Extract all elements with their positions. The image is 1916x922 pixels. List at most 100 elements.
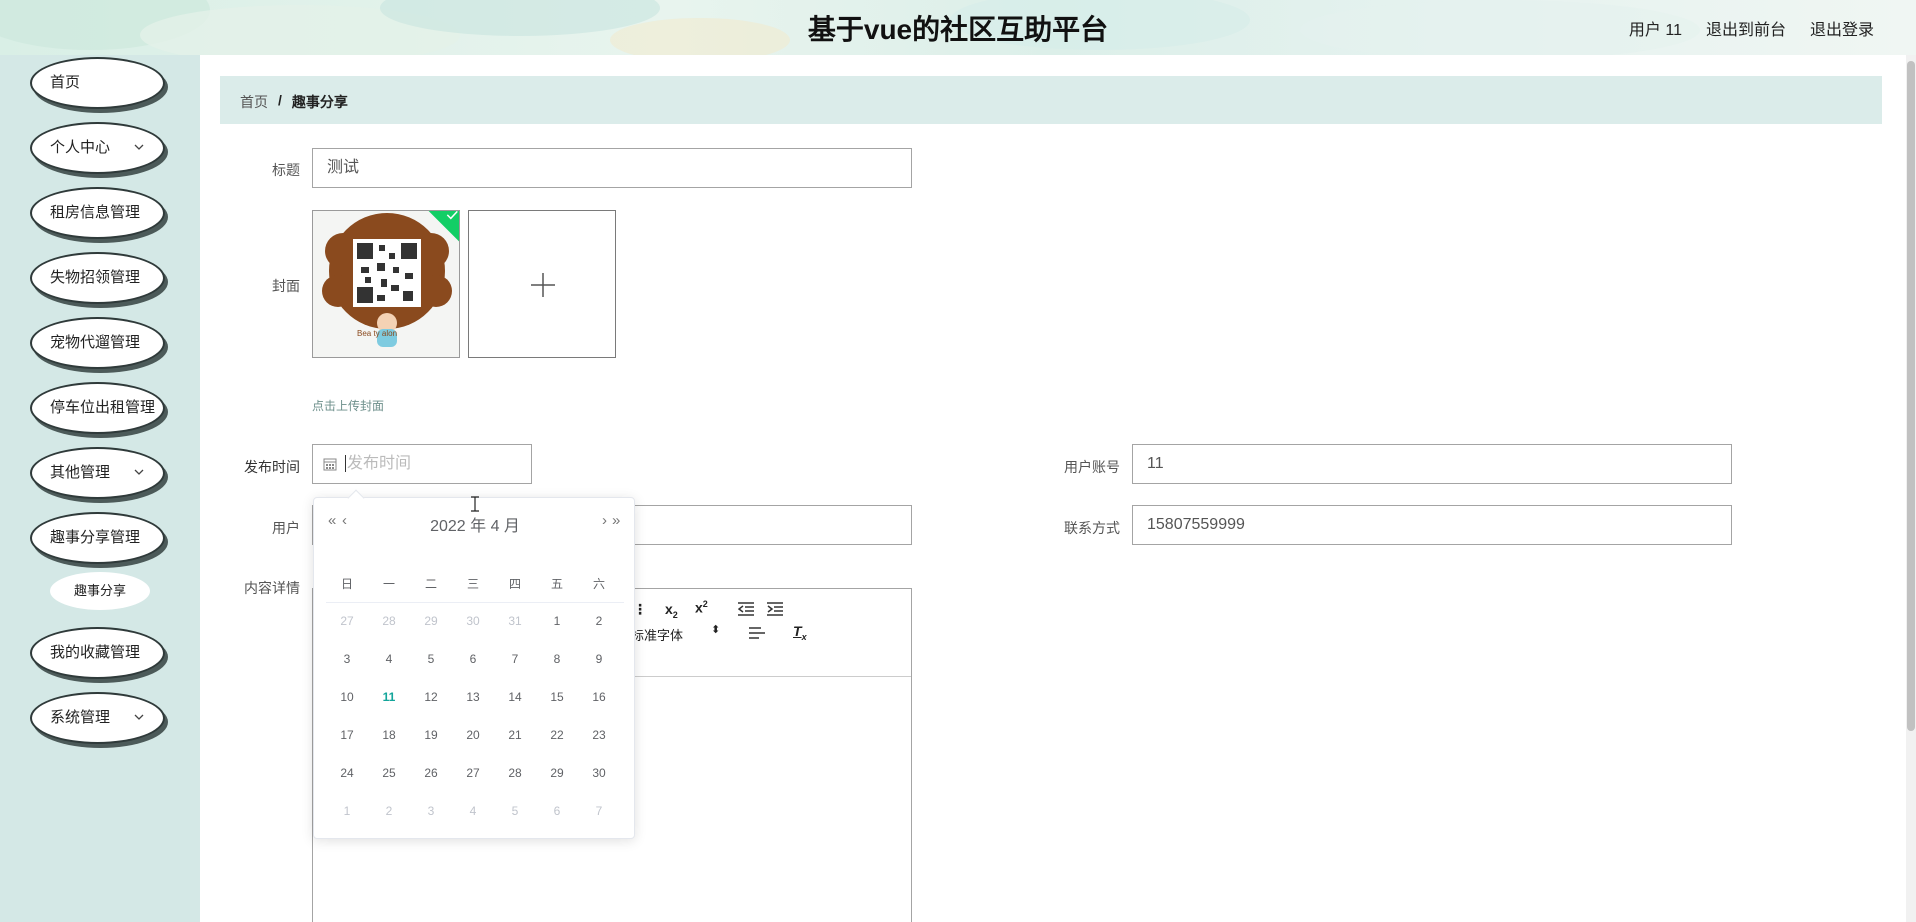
calendar-day[interactable]: 10: [326, 678, 368, 716]
contact-label: 联系方式: [1064, 520, 1120, 536]
calendar-day[interactable]: 27: [326, 602, 368, 640]
sidebar-item[interactable]: 失物招领管理: [30, 252, 165, 304]
sidebar-item[interactable]: 首页: [30, 57, 165, 109]
page-scrollbar[interactable]: [1906, 55, 1916, 922]
calendar-day[interactable]: 21: [494, 716, 536, 754]
user-account-label: 用户账号: [1064, 459, 1120, 475]
outdent-icon[interactable]: [738, 602, 754, 616]
calendar-day[interactable]: 7: [578, 792, 620, 830]
calendar-day[interactable]: 28: [368, 602, 410, 640]
calendar-day[interactable]: 24: [326, 754, 368, 792]
sidebar-item[interactable]: 停车位出租管理: [30, 382, 165, 434]
calendar-day[interactable]: 20: [452, 716, 494, 754]
calendar-day[interactable]: 4: [452, 792, 494, 830]
calendar-day[interactable]: 5: [494, 792, 536, 830]
superscript-icon[interactable]: x2: [695, 599, 708, 616]
sidebar-item-label: 失物招领管理: [50, 269, 141, 286]
breadcrumb-bar: 首页 / 趣事分享: [220, 76, 1882, 124]
calendar-day[interactable]: 14: [494, 678, 536, 716]
calendar-day[interactable]: 25: [368, 754, 410, 792]
calendar-day[interactable]: 17: [326, 716, 368, 754]
picker-header[interactable]: 2022 年 4 月: [314, 512, 636, 536]
app-root: 基于vue的社区互助平台 用户 11 退出到前台 退出登录 首页 个人中心 租房信息…: [0, 0, 1916, 922]
calendar-day[interactable]: 1: [326, 792, 368, 830]
sidebar-item[interactable]: 系统管理: [30, 692, 165, 744]
plus-icon: [531, 273, 555, 297]
calendar-day[interactable]: 8: [536, 640, 578, 678]
calendar-week-row: 27 28 29 30 31 1 2: [326, 602, 620, 640]
publish-time-placeholder: 发布时间: [345, 455, 412, 472]
contact-input[interactable]: 15807559999: [1132, 505, 1732, 545]
calendar-day[interactable]: 13: [452, 678, 494, 716]
calendar-day[interactable]: 22: [536, 716, 578, 754]
title-input[interactable]: 测试: [312, 148, 912, 188]
calendar-day[interactable]: 29: [410, 602, 452, 640]
next-year-button[interactable]: »: [612, 512, 621, 529]
user-account-input[interactable]: 11: [1132, 444, 1732, 484]
breadcrumb-home[interactable]: 首页: [240, 92, 268, 112]
sidebar-item[interactable]: 租房信息管理: [30, 187, 165, 239]
indent-icon[interactable]: [767, 602, 783, 616]
select-caret-icon: ⬍: [711, 624, 721, 636]
sidebar-item-label: 个人中心: [50, 139, 111, 156]
calendar-day[interactable]: 2: [368, 792, 410, 830]
next-year-icon: »: [612, 512, 621, 529]
calendar-day[interactable]: 9: [578, 640, 620, 678]
calendar-day[interactable]: 12: [410, 678, 452, 716]
chevron-down-icon: [134, 144, 144, 150]
user-menu[interactable]: 用户 11: [1629, 16, 1682, 40]
exit-to-front-link[interactable]: 退出到前台: [1706, 16, 1786, 40]
sidebar-item-label: 停车位出租管理: [50, 399, 156, 416]
publish-time-input[interactable]: 发布时间: [312, 444, 532, 484]
calendar-day[interactable]: 6: [452, 640, 494, 678]
cover-upload-hint: 点击上传封面: [312, 399, 385, 413]
clear-format-icon[interactable]: Tx: [793, 623, 807, 642]
sidebar-item[interactable]: 宠物代遛管理: [30, 317, 165, 369]
publish-time-label: 发布时间: [244, 459, 300, 475]
sidebar-item[interactable]: 个人中心: [30, 122, 165, 174]
calendar-day[interactable]: 26: [410, 754, 452, 792]
calendar-day[interactable]: 3: [326, 640, 368, 678]
calendar-day[interactable]: 15: [536, 678, 578, 716]
calendar-day[interactable]: 2: [578, 602, 620, 640]
upload-cover-button[interactable]: [468, 210, 616, 358]
calendar-day[interactable]: 3: [410, 792, 452, 830]
chevron-down-icon: [134, 714, 144, 720]
calendar-day[interactable]: 5: [410, 640, 452, 678]
check-icon: [446, 211, 458, 220]
breadcrumb: 首页 / 趣事分享: [240, 92, 348, 112]
calendar-day[interactable]: 27: [452, 754, 494, 792]
logout-link[interactable]: 退出登录: [1810, 16, 1874, 40]
calendar-week-row: 17 18 19 20 21 22 23: [326, 716, 620, 754]
calendar-day[interactable]: 30: [578, 754, 620, 792]
calendar-day[interactable]: 7: [494, 640, 536, 678]
calendar-day[interactable]: 4: [368, 640, 410, 678]
sidebar-item-label: 我的收藏管理: [50, 644, 141, 661]
font-select[interactable]: 标准字体: [631, 625, 683, 644]
scrollbar-thumb[interactable]: [1907, 61, 1915, 731]
calendar-day[interactable]: 28: [494, 754, 536, 792]
sidebar-item[interactable]: 其他管理: [30, 447, 165, 499]
calendar-day-today[interactable]: 11: [368, 678, 410, 716]
calendar-day[interactable]: 1: [536, 602, 578, 640]
calendar-body: 27 28 29 30 31 1 2 3 4 5 6 7 8 9 10 11 12 13 14 15 16 17 18 19 2…: [326, 602, 620, 830]
calendar-day[interactable]: 23: [578, 716, 620, 754]
sidebar-subitem-fun-share[interactable]: 趣事分享: [50, 572, 150, 610]
breadcrumb-current: 趣事分享: [291, 94, 348, 110]
calendar-day[interactable]: 18: [368, 716, 410, 754]
subscript-icon[interactable]: x2: [665, 601, 678, 620]
next-month-icon: ›: [602, 512, 607, 529]
calendar-day[interactable]: 16: [578, 678, 620, 716]
align-icon[interactable]: [749, 627, 765, 639]
calendar-day[interactable]: 29: [536, 754, 578, 792]
cover-image[interactable]: Bea ty alon: [312, 210, 460, 358]
calendar-day[interactable]: 30: [452, 602, 494, 640]
list-icon[interactable]: ⋮: [633, 601, 647, 618]
next-month-button[interactable]: ›: [602, 512, 607, 529]
sidebar-item[interactable]: 我的收藏管理: [30, 627, 165, 679]
calendar-icon: [323, 458, 337, 471]
calendar-day[interactable]: 6: [536, 792, 578, 830]
calendar-day[interactable]: 19: [410, 716, 452, 754]
calendar-day[interactable]: 31: [494, 602, 536, 640]
sidebar-item[interactable]: 趣事分享管理: [30, 512, 165, 564]
